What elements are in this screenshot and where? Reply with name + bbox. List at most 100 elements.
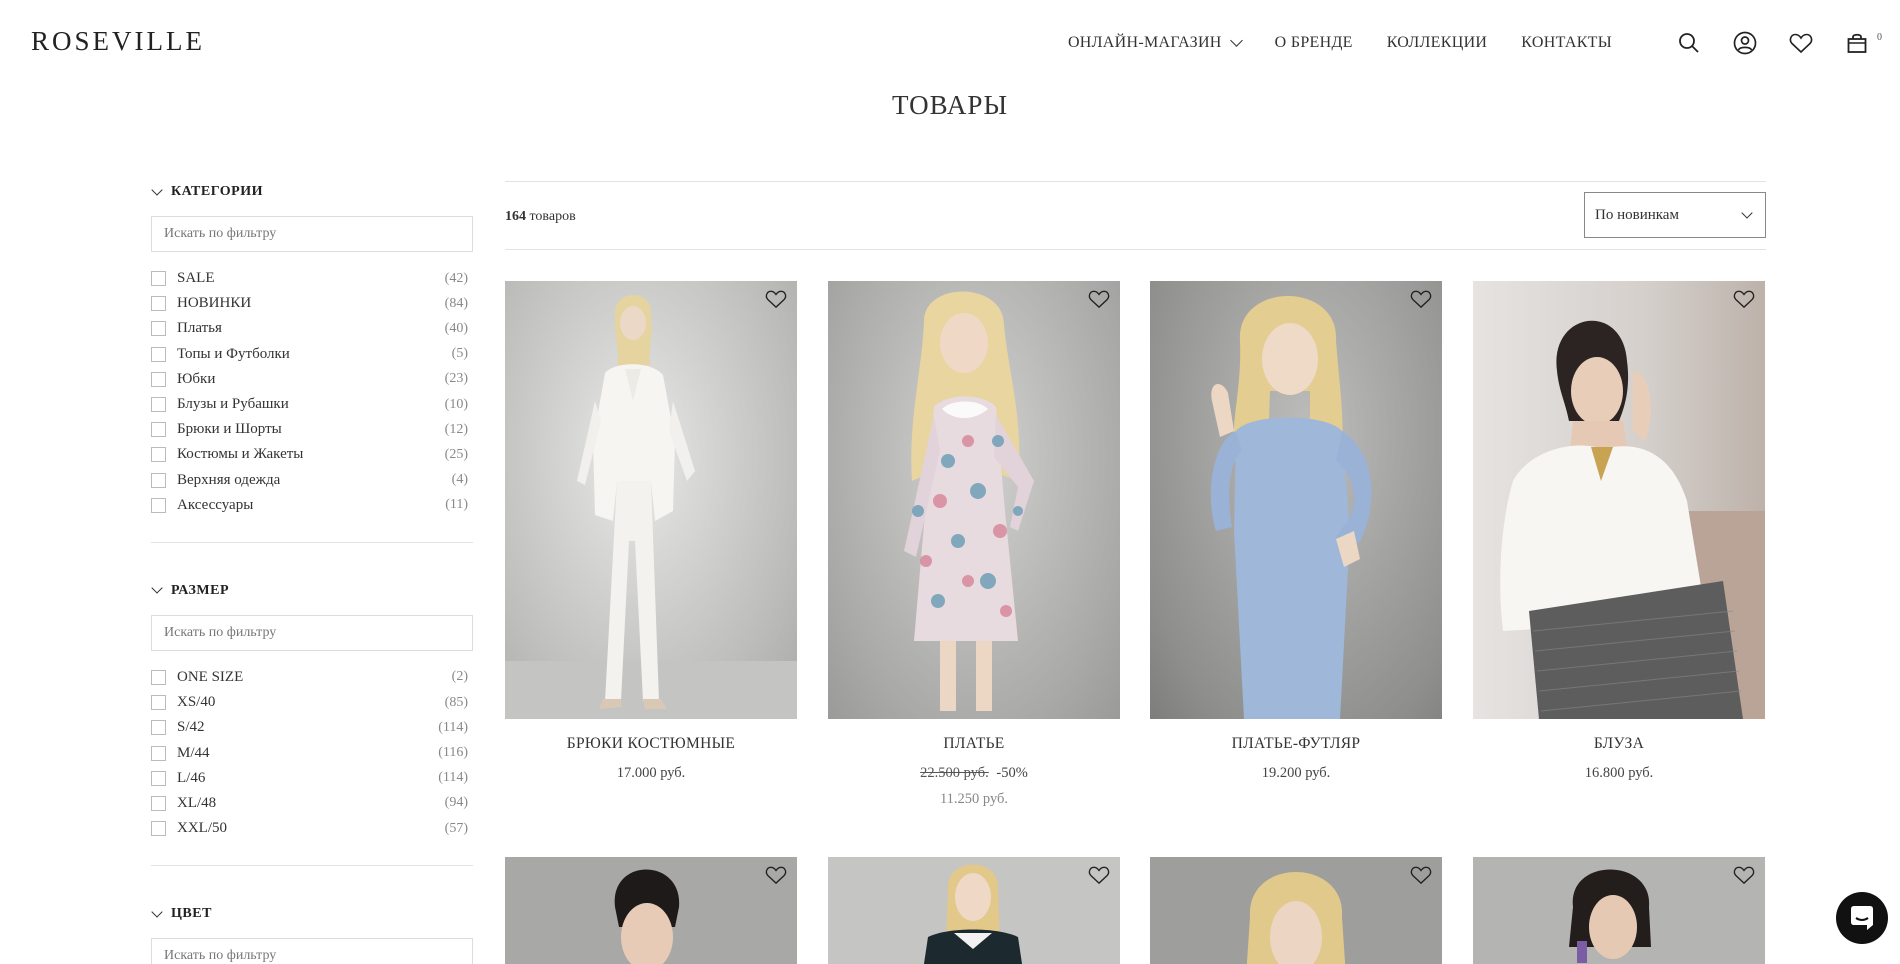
option-count: (40) (444, 320, 468, 336)
size-option[interactable]: XS/40 (85) (151, 690, 473, 715)
size-option[interactable]: ONE SIZE (2) (151, 665, 473, 690)
checkbox[interactable] (151, 795, 166, 811)
heart-icon[interactable] (1788, 30, 1814, 56)
chevron-down-icon (151, 906, 163, 918)
option-label: Аксессуары (177, 496, 254, 513)
product-image[interactable] (505, 857, 797, 964)
category-option[interactable]: НОВИНКИ (84) (151, 291, 473, 316)
checkbox[interactable] (151, 296, 166, 312)
category-option[interactable]: Костюмы и Жакеты (25) (151, 442, 473, 467)
option-count: (85) (444, 694, 468, 710)
color-search-input[interactable] (151, 938, 473, 964)
wishlist-heart-icon[interactable] (765, 289, 787, 309)
product-image[interactable] (828, 857, 1120, 964)
option-label: M/44 (177, 744, 210, 761)
product-image[interactable] (1473, 857, 1765, 964)
wishlist-heart-icon[interactable] (1733, 865, 1755, 885)
category-option[interactable]: Платья (40) (151, 316, 473, 341)
checkbox[interactable] (151, 669, 166, 685)
option-label: Платья (177, 320, 222, 337)
nav-item-collections[interactable]: КОЛЛЕКЦИИ (1387, 34, 1488, 52)
product-name[interactable]: БЛУЗА (1473, 735, 1765, 753)
filter-categories: КАТЕГОРИИ SALE (42) НОВИНКИ (84) Платья (40… (151, 182, 473, 518)
product-card[interactable]: ПЛАТЬЕ-ФУТЛЯР 19.200 руб. (1150, 281, 1442, 782)
size-option[interactable]: M/44 (116) (151, 740, 473, 765)
option-label: Брюки и Шорты (177, 421, 282, 438)
checkbox[interactable] (151, 497, 166, 513)
category-option[interactable]: Верхняя одежда (4) (151, 468, 473, 493)
nav-item-contacts[interactable]: КОНТАКТЫ (1521, 34, 1612, 52)
category-search-input[interactable] (151, 216, 473, 252)
wishlist-heart-icon[interactable] (1733, 289, 1755, 309)
product-name[interactable]: ПЛАТЬЕ (828, 735, 1120, 753)
checkbox[interactable] (151, 821, 166, 837)
product-price: 16.800 руб. (1584, 765, 1654, 781)
nav-item-about[interactable]: О БРЕНДЕ (1275, 34, 1353, 52)
product-image[interactable] (1150, 857, 1442, 964)
size-option[interactable]: S/42 (114) (151, 715, 473, 740)
cart-count: 0 (1877, 32, 1882, 43)
checkbox[interactable] (151, 770, 166, 786)
account-icon[interactable] (1732, 30, 1758, 56)
filter-toggle-size[interactable]: РАЗМЕР (151, 581, 473, 601)
option-label: XL/48 (177, 794, 217, 811)
wishlist-heart-icon[interactable] (1088, 865, 1110, 885)
category-option[interactable]: Блузы и Рубашки (10) (151, 392, 473, 417)
checkbox[interactable] (151, 371, 166, 387)
size-search-input[interactable] (151, 614, 473, 651)
option-count: (114) (438, 719, 468, 735)
product-image[interactable] (505, 281, 797, 719)
checkbox[interactable] (151, 346, 166, 362)
category-option[interactable]: Топы и Футболки (5) (151, 342, 473, 367)
sale-price: 11.250 руб. (939, 791, 1009, 807)
checkbox[interactable] (151, 695, 166, 711)
product-card[interactable] (1473, 857, 1765, 964)
product-name[interactable]: БРЮКИ КОСТЮМНЫЕ (505, 735, 797, 753)
option-label: L/46 (177, 769, 206, 786)
search-icon[interactable] (1676, 30, 1702, 56)
category-option[interactable]: Юбки (23) (151, 367, 473, 392)
product-card[interactable]: ПЛАТЬЕ 22.500 руб. -50% 11.250 руб. (828, 281, 1120, 808)
wishlist-heart-icon[interactable] (765, 865, 787, 885)
nav-item-shop[interactable]: ОНЛАЙН-МАГАЗИН (1068, 34, 1243, 52)
sort-value: По новинкам (1595, 206, 1679, 223)
old-price: 22.500 руб. (920, 765, 989, 781)
product-card[interactable] (505, 857, 797, 964)
filter-toggle-categories[interactable]: КАТЕГОРИИ (151, 182, 473, 202)
size-option[interactable]: L/46 (114) (151, 766, 473, 791)
product-card[interactable]: БРЮКИ КОСТЮМНЫЕ 17.000 руб. (505, 281, 797, 782)
chat-button[interactable] (1836, 892, 1888, 944)
checkbox[interactable] (151, 397, 166, 413)
product-image[interactable] (1150, 281, 1442, 719)
checkbox[interactable] (151, 447, 166, 463)
category-option[interactable]: Аксессуары (11) (151, 493, 473, 518)
category-option[interactable]: Брюки и Шорты (12) (151, 417, 473, 442)
option-label: S/42 (177, 719, 205, 736)
product-card[interactable]: БЛУЗА 16.800 руб. (1473, 281, 1765, 782)
checkbox[interactable] (151, 271, 166, 287)
wishlist-heart-icon[interactable] (1410, 289, 1432, 309)
sort-select[interactable]: По новинкам (1584, 192, 1766, 238)
size-option[interactable]: XXL/50 (57) (151, 816, 473, 841)
checkbox[interactable] (151, 720, 166, 736)
checkbox[interactable] (151, 472, 166, 488)
filter-toggle-color[interactable]: ЦВЕТ (151, 904, 473, 924)
product-card[interactable] (1150, 857, 1442, 964)
bag-icon[interactable]: 0 (1844, 30, 1882, 56)
product-image[interactable] (828, 281, 1120, 719)
brand-logo[interactable]: ROSEVILLE (31, 26, 205, 57)
product-card[interactable] (828, 857, 1120, 964)
product-image[interactable] (1473, 281, 1765, 719)
category-option[interactable]: SALE (42) (151, 266, 473, 291)
size-option[interactable]: XL/48 (94) (151, 791, 473, 816)
option-count: (5) (451, 346, 468, 362)
checkbox[interactable] (151, 321, 166, 337)
option-label: XS/40 (177, 694, 216, 711)
product-name[interactable]: ПЛАТЬЕ-ФУТЛЯР (1150, 735, 1442, 753)
discount-badge: -50% (996, 765, 1028, 781)
checkbox[interactable] (151, 745, 166, 761)
checkbox[interactable] (151, 422, 166, 438)
wishlist-heart-icon[interactable] (1410, 865, 1432, 885)
wishlist-heart-icon[interactable] (1088, 289, 1110, 309)
filter-title: КАТЕГОРИИ (171, 184, 263, 199)
